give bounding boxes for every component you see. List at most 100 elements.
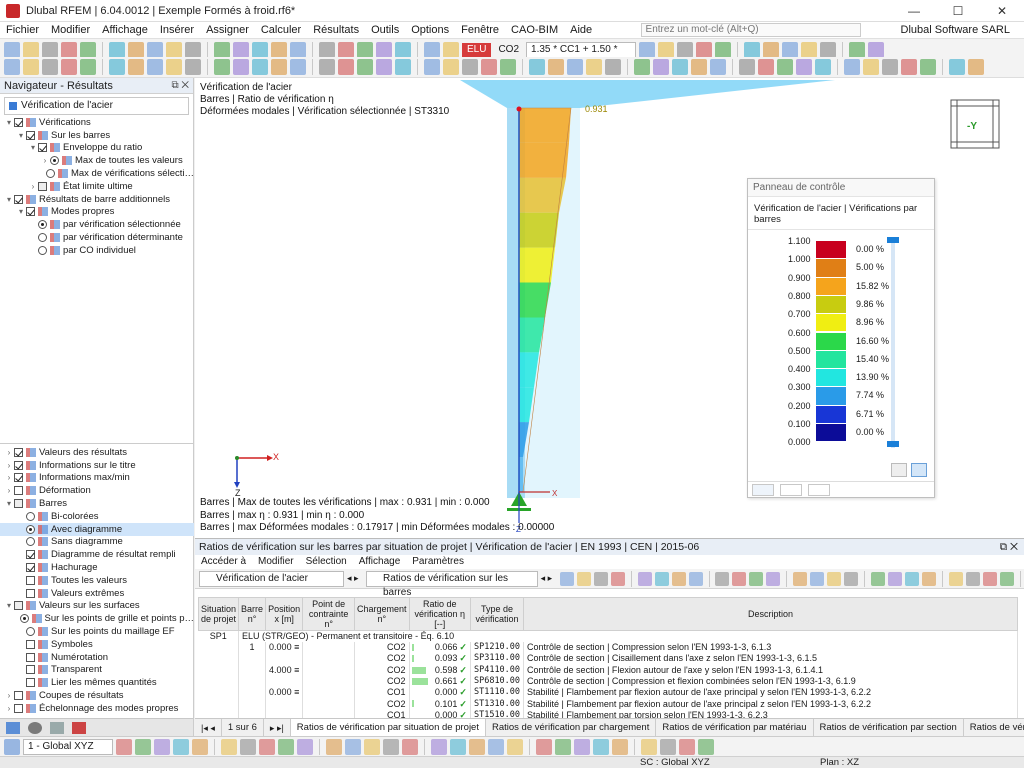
nav-item[interactable]: ▾ Valeurs sur les surfaces	[0, 600, 194, 613]
checkbox[interactable]	[14, 499, 23, 509]
display-tab-icon[interactable]	[28, 721, 42, 734]
results-tab-icon[interactable]	[72, 721, 86, 734]
tb1b-tool-icon[interactable]	[849, 41, 866, 58]
results-tab[interactable]: Ratios de vérification par barre	[964, 719, 1024, 736]
table-row[interactable]: 1 0.000 ≡ CO2 0.066 ✓ SP1210.00 Contrôle de se…	[198, 642, 1018, 654]
menu-5[interactable]: Calculer	[255, 24, 307, 36]
tab-first-prev[interactable]: |◂ ◂	[195, 719, 222, 736]
tb2-tool-icon[interactable]	[548, 59, 564, 75]
tb1-tool-icon[interactable]	[109, 41, 125, 58]
tb2-tool-icon[interactable]	[109, 59, 125, 75]
tb1-tool-icon[interactable]	[233, 41, 249, 58]
tb1-tool-icon[interactable]	[80, 41, 96, 58]
checkbox[interactable]	[14, 194, 23, 204]
results-tool-icon[interactable]	[715, 571, 730, 586]
tb2-tool-icon[interactable]	[185, 59, 201, 75]
tb1-tool-icon[interactable]	[319, 41, 335, 58]
status-tool-icon[interactable]	[364, 738, 380, 755]
navigation-cube[interactable]: -Y	[950, 99, 1000, 149]
tb2-tool-icon[interactable]	[252, 59, 268, 75]
tb2-tool-icon[interactable]	[863, 59, 879, 75]
tb1b-tool-icon[interactable]	[677, 41, 694, 58]
status-tool-icon[interactable]	[679, 738, 695, 755]
results-window-icons[interactable]: ⧉ ✕	[1000, 539, 1024, 555]
tb2-tool-icon[interactable]	[796, 59, 812, 75]
status-tool-icon[interactable]	[221, 738, 237, 755]
status-tool-icon[interactable]	[192, 738, 208, 755]
tb1-tool-icon[interactable]	[214, 41, 230, 58]
tb2-tool-icon[interactable]	[376, 59, 392, 75]
nav-item[interactable]: › Informations sur le titre	[0, 459, 194, 472]
tb2-tool-icon[interactable]	[166, 59, 182, 75]
nav-item[interactable]: Toutes les valeurs	[0, 574, 194, 587]
nav-item[interactable]: par vérification sélectionnée	[0, 218, 194, 231]
tb1b-tool-icon[interactable]	[820, 41, 837, 58]
tb1-tool-icon[interactable]	[443, 41, 459, 58]
checkbox[interactable]	[38, 181, 47, 191]
tb1-tool-icon[interactable]	[338, 41, 354, 58]
column-header[interactable]: Ratio de vérification η [--]	[408, 597, 471, 631]
results-tool-icon[interactable]	[576, 571, 591, 586]
results-tool-icon[interactable]	[732, 571, 747, 586]
expand-icon[interactable]: ›	[4, 473, 14, 482]
nav-item[interactable]: Sans diagramme	[0, 536, 194, 549]
table-row[interactable]: CO2 0.661 ✓ SP6810.00 Contrôle de section | …	[198, 675, 1018, 688]
results-tab[interactable]: Ratios de vérification par section	[814, 719, 964, 736]
tb2-tool-icon[interactable]	[290, 59, 306, 75]
nav-item[interactable]: Avec diagramme	[0, 522, 194, 536]
checkbox[interactable]	[26, 130, 35, 140]
tb2-tool-icon[interactable]	[395, 59, 411, 75]
results-tool-icon[interactable]	[559, 571, 574, 586]
radio-button[interactable]	[26, 511, 35, 521]
results-menu-item[interactable]: Affichage	[359, 555, 401, 569]
checkbox[interactable]	[14, 691, 23, 701]
nav-item[interactable]: ▾ Modes propres	[0, 206, 194, 219]
column-header[interactable]: Situation de projet	[197, 597, 240, 631]
tb2-tool-icon[interactable]	[443, 59, 459, 75]
expand-icon[interactable]: ▾	[4, 601, 14, 610]
legend-color-swatch[interactable]	[816, 332, 846, 351]
status-tool-icon[interactable]	[259, 738, 275, 755]
tb1b-tool-icon[interactable]	[639, 41, 656, 58]
menu-9[interactable]: Fenêtre	[455, 24, 505, 36]
legend-color-swatch[interactable]	[816, 314, 846, 333]
results-tool-icon[interactable]	[749, 571, 764, 586]
nav-item[interactable]: Lier les mêmes quantités	[0, 676, 194, 689]
results-table-select[interactable]: Ratios de vérification sur les barres	[365, 570, 538, 598]
status-tool-icon[interactable]	[383, 738, 399, 755]
radio-button[interactable]	[26, 627, 35, 637]
tb1b-tool-icon[interactable]	[744, 41, 761, 58]
expand-icon[interactable]: ▾	[4, 499, 14, 508]
checkbox[interactable]	[26, 639, 35, 649]
checkbox[interactable]	[14, 460, 23, 470]
expand-icon[interactable]: ›	[40, 156, 50, 165]
results-tool-icon[interactable]	[810, 571, 825, 586]
status-tool-icon[interactable]	[574, 738, 590, 755]
navigator-pin-icon[interactable]: ⧉ ✕	[171, 78, 193, 93]
table-row[interactable]: 4.000 ≡ CO2 0.598 ✓ SP4110.00 Contrôle de sec…	[198, 664, 1018, 676]
menu-11[interactable]: Aide	[564, 24, 598, 36]
situation-row[interactable]: SP1 ELU (STR/GEO) - Permanent et transito…	[198, 630, 1018, 642]
results-tool-icon[interactable]	[966, 571, 981, 586]
legend-color-swatch[interactable]	[816, 405, 846, 424]
column-header[interactable]: Chargement n°	[354, 597, 410, 631]
nav-item[interactable]: Sur les points de grille et points p…	[0, 612, 194, 625]
menu-10[interactable]: CAO-BIM	[505, 24, 564, 36]
checkbox[interactable]	[14, 447, 23, 457]
tb2-tool-icon[interactable]	[357, 59, 373, 75]
tb2-tool-icon[interactable]	[233, 59, 249, 75]
nav-item[interactable]: › Informations max/min	[0, 472, 194, 485]
results-tool-icon[interactable]	[610, 571, 625, 586]
radio-button[interactable]	[26, 537, 35, 547]
expand-icon[interactable]: ›	[4, 461, 14, 470]
maximize-button[interactable]: ☐	[936, 0, 980, 22]
tb1b-tool-icon[interactable]	[801, 41, 818, 58]
status-tool-icon[interactable]	[173, 738, 189, 755]
menu-2[interactable]: Affichage	[96, 24, 154, 36]
checkbox[interactable]	[14, 601, 23, 611]
status-tool-icon[interactable]	[278, 738, 294, 755]
results-tool-icon[interactable]	[983, 571, 998, 586]
tb2-tool-icon[interactable]	[481, 59, 497, 75]
menu-0[interactable]: Fichier	[0, 24, 45, 36]
checkbox[interactable]	[26, 550, 35, 560]
